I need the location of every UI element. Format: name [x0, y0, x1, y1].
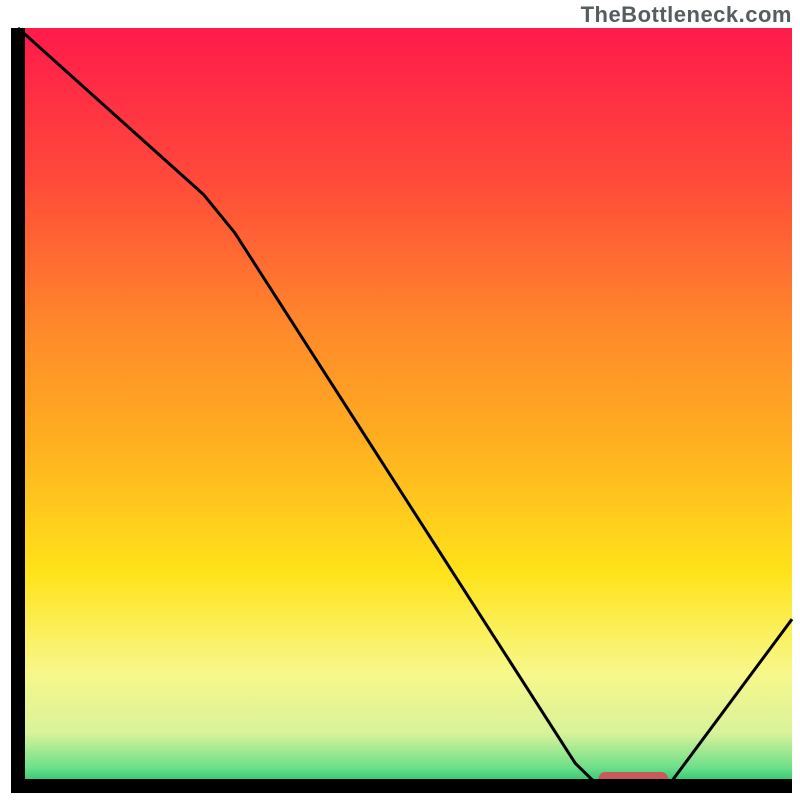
plot-background	[18, 28, 792, 786]
chart-stage: TheBottleneck.com	[0, 0, 800, 800]
chart-svg	[0, 0, 800, 800]
